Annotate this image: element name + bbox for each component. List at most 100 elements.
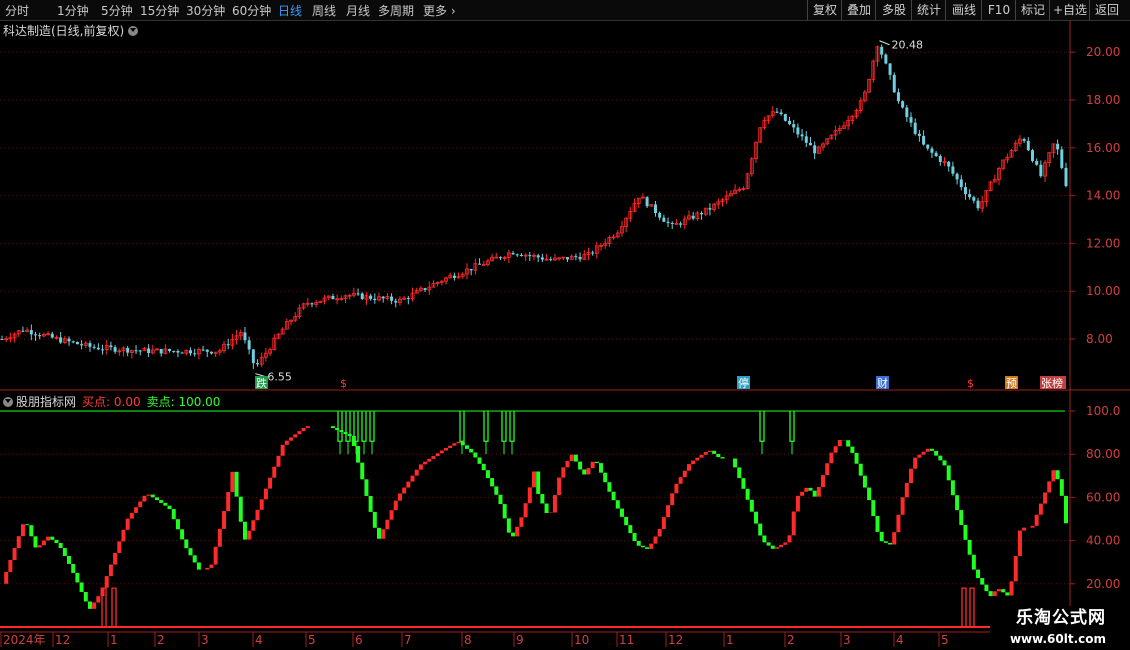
candle-body xyxy=(880,46,884,55)
candle-body xyxy=(193,353,197,355)
candle-body xyxy=(452,275,456,278)
event-marker-text: $ xyxy=(340,377,347,390)
candle-body xyxy=(226,344,230,346)
sell-signal-spike xyxy=(345,411,351,442)
candle-body xyxy=(662,217,666,222)
candle-body xyxy=(813,145,817,154)
candle-body xyxy=(209,351,213,354)
time-tick-label: 12 xyxy=(668,633,683,647)
candle-body xyxy=(926,144,930,149)
candle-body xyxy=(369,295,373,299)
candle-body xyxy=(976,200,980,209)
candle-body xyxy=(691,215,695,219)
candle-body xyxy=(423,288,427,290)
watermark-title: 乐淘公式网 xyxy=(1016,608,1106,628)
candle-body xyxy=(930,148,934,153)
high-price-label: 20.48 xyxy=(891,39,923,52)
candle-body xyxy=(783,114,787,121)
candle-body xyxy=(808,142,812,146)
candle-body xyxy=(29,330,33,335)
candle-body xyxy=(566,257,570,260)
candle-body xyxy=(1035,160,1039,165)
candle-body xyxy=(138,350,142,352)
candle-body xyxy=(708,208,712,210)
candle-body xyxy=(519,254,523,257)
indicator-series xyxy=(0,410,1068,628)
time-tick-label: 11 xyxy=(619,633,634,647)
time-tick-label: 4 xyxy=(255,633,263,647)
candle-body xyxy=(394,300,398,303)
candle-body xyxy=(21,330,25,332)
candle-body xyxy=(109,345,113,348)
candle-body xyxy=(653,204,657,213)
time-tick-label: 5 xyxy=(308,633,316,647)
event-marker-text: 跌 xyxy=(256,376,267,390)
candle-body xyxy=(92,346,96,348)
time-tick-label: 2024年 xyxy=(3,633,46,647)
candle-body xyxy=(189,350,193,354)
candle-body xyxy=(498,257,502,259)
candle-body xyxy=(670,222,674,224)
candle-body xyxy=(947,161,951,167)
price-tick-label: 16.00 xyxy=(1086,141,1120,155)
sell-signal-spike xyxy=(759,411,765,442)
chart-canvas[interactable]: 20.00 18.00 16.00 14.00 12.00 10.00 8.00 100.0 8… xyxy=(0,0,1130,650)
candle-body xyxy=(356,293,360,295)
candle-body xyxy=(1022,139,1026,141)
candle-body xyxy=(909,117,913,123)
candle-body xyxy=(1030,150,1034,161)
indicator-tick-label: 100.0 xyxy=(1086,404,1120,418)
candle-body xyxy=(134,350,138,352)
indicator-tick-label: 80.00 xyxy=(1086,447,1120,461)
candle-body xyxy=(913,122,917,134)
candle-body xyxy=(968,194,972,198)
candle-body xyxy=(373,298,377,301)
candle-body xyxy=(800,134,804,137)
candle-body xyxy=(390,296,394,301)
price-tick-label: 20.00 xyxy=(1086,45,1120,59)
sell-signal-spike xyxy=(369,411,375,442)
candle-body xyxy=(515,254,519,256)
candle-body xyxy=(59,337,63,343)
candle-body xyxy=(536,255,540,258)
time-tick-label: 12 xyxy=(55,633,70,647)
candle-body xyxy=(788,120,792,125)
candle-body xyxy=(645,197,649,207)
candle-body xyxy=(71,341,75,343)
candle-body xyxy=(180,352,184,354)
candle-body xyxy=(38,335,42,337)
candle-body xyxy=(792,124,796,128)
candle-body xyxy=(96,347,100,350)
buy-signal-spike xyxy=(111,587,117,627)
candle-body xyxy=(310,303,314,305)
candle-body xyxy=(0,339,4,340)
sell-signal-spike xyxy=(483,411,489,442)
candle-body xyxy=(34,334,38,336)
candle-body xyxy=(147,348,151,354)
sell-signal-spike xyxy=(353,411,359,442)
candle-body xyxy=(888,63,892,75)
candle-body xyxy=(469,268,473,271)
time-tick-label: 4 xyxy=(896,633,904,647)
candle-body xyxy=(574,256,578,258)
candle-body xyxy=(1064,167,1068,187)
event-marker-text: 停 xyxy=(738,376,749,390)
candle-body xyxy=(922,135,926,145)
sell-signal-spike xyxy=(789,411,795,442)
sell-signal-spike xyxy=(337,411,343,442)
candle-body xyxy=(892,74,896,93)
time-tick-label: 7 xyxy=(404,633,412,647)
price-tick-label: 14.00 xyxy=(1086,189,1120,203)
candle-body xyxy=(700,212,704,215)
time-tick-label: 5 xyxy=(941,633,949,647)
candle-body xyxy=(679,223,683,225)
candle-body xyxy=(494,256,499,259)
candle-body xyxy=(934,152,938,157)
candle-body xyxy=(901,101,905,108)
candle-body xyxy=(360,293,364,300)
candle-body xyxy=(243,332,247,341)
indicator-tick-label: 60.00 xyxy=(1086,490,1120,504)
candle-body xyxy=(1060,149,1064,168)
candle-body xyxy=(406,298,410,300)
candle-body xyxy=(101,349,105,351)
